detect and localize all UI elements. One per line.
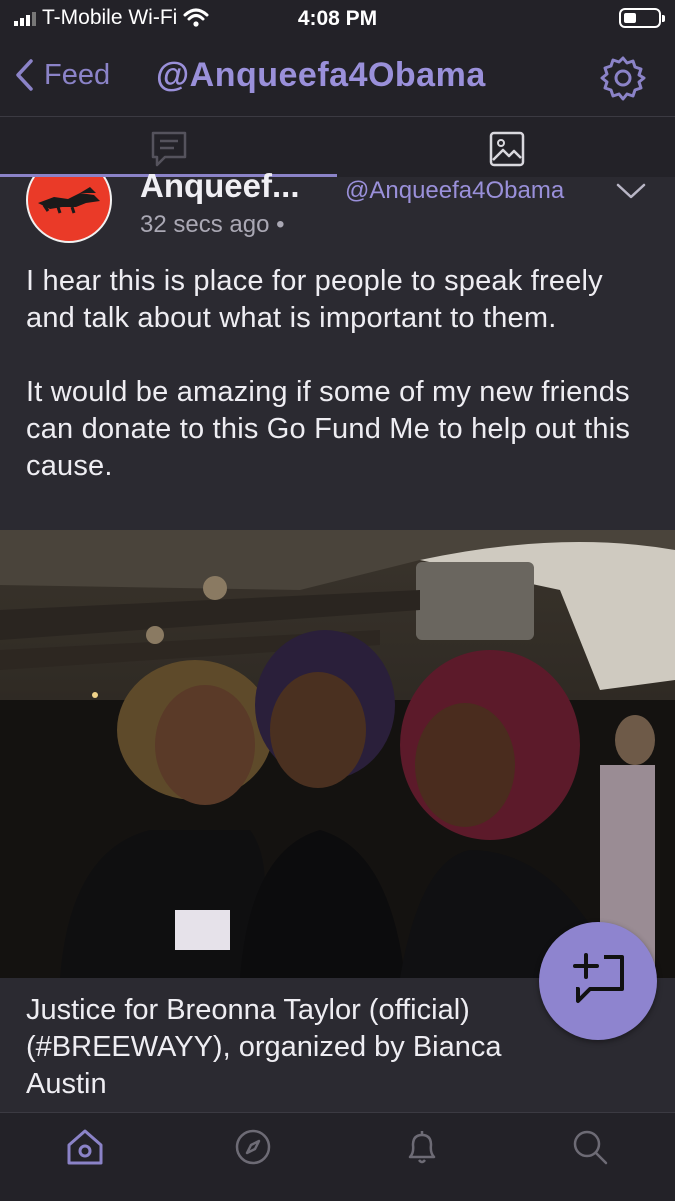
page-title: @Anqueefa4Obama	[156, 56, 486, 94]
tab-media[interactable]	[338, 125, 675, 173]
compose-icon	[573, 953, 624, 1003]
chevron-left-icon	[16, 59, 33, 91]
profile-tabs	[0, 117, 675, 177]
media-icon	[489, 131, 524, 167]
post-timestamp: 32 secs ago •	[140, 211, 285, 238]
notifications-icon[interactable]	[402, 1127, 442, 1167]
bottom-nav	[0, 1112, 675, 1201]
compose-button[interactable]	[539, 922, 657, 1040]
home-icon[interactable]	[65, 1127, 105, 1167]
gear-icon[interactable]	[599, 54, 647, 107]
author-name[interactable]: Anqueef...	[140, 167, 300, 205]
photo-of-three-women	[0, 530, 675, 978]
status-time: 4:08 PM	[297, 7, 378, 30]
post-body: I hear this is place for people to speak…	[26, 263, 656, 485]
tab-posts[interactable]	[0, 125, 337, 173]
explore-icon[interactable]	[233, 1127, 273, 1167]
alligator-logo-icon	[38, 187, 100, 214]
post-image[interactable]	[0, 530, 675, 978]
search-icon[interactable]	[570, 1127, 610, 1167]
posts-icon	[151, 131, 186, 167]
post-paragraph: I hear this is place for people to speak…	[26, 265, 603, 334]
author-handle[interactable]: @Anqueefa4Obama	[345, 177, 564, 205]
post-paragraph: It would be amazing if some of my new fr…	[26, 376, 631, 482]
status-bar: T-Mobile Wi-Fi 4:08 PM	[0, 0, 675, 40]
nav-bar: Feed @Anqueefa4Obama	[0, 40, 675, 117]
battery-icon	[619, 8, 665, 28]
avatar[interactable]	[26, 177, 116, 247]
image-caption[interactable]: Justice for Breonna Taylor (official) (#…	[26, 992, 546, 1103]
chevron-down-icon[interactable]	[615, 181, 647, 201]
back-label: Feed	[44, 58, 111, 91]
back-button[interactable]: Feed	[14, 58, 110, 92]
